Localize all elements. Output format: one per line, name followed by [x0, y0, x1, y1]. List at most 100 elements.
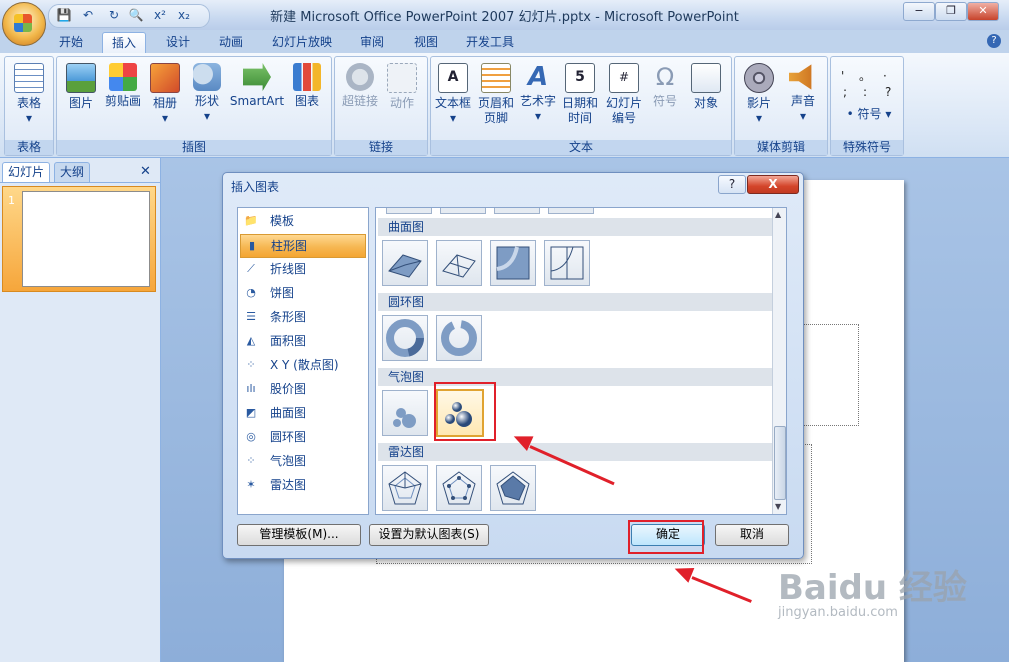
picture-icon — [66, 63, 96, 93]
prev-thumb[interactable] — [548, 208, 594, 214]
close-button[interactable]: ✕ — [967, 2, 999, 21]
set-default-chart-button[interactable]: 设置为默认图表(S) — [369, 524, 489, 546]
tab-developer[interactable]: 开发工具 — [457, 32, 523, 53]
office-button[interactable] — [2, 2, 46, 46]
restore-button[interactable]: ❐ — [935, 2, 967, 21]
chart-type-surface[interactable]: ◩ 曲面图 — [240, 402, 364, 424]
smartart-button[interactable]: SmartArt — [229, 63, 285, 109]
chart-type-bar[interactable]: ☰ 条形图 — [240, 306, 364, 328]
scroll-up-icon[interactable]: ▲ — [775, 210, 783, 219]
wordart-button[interactable]: A 艺术字 ▾ — [519, 63, 557, 124]
surface-contour-wire-thumb[interactable] — [544, 240, 590, 286]
shapes-icon — [193, 63, 221, 91]
symbol-quote[interactable]: ' — [841, 69, 844, 83]
shapes-button[interactable]: 形状 ▾ — [189, 63, 225, 124]
album-button[interactable]: 相册 ▾ — [147, 63, 183, 126]
exploded-doughnut-thumb[interactable] — [436, 315, 482, 361]
chart-button[interactable]: 图表 — [289, 63, 325, 109]
superscript-icon[interactable]: x² — [151, 8, 169, 24]
tab-slideshow[interactable]: 幻灯片放映 — [263, 32, 341, 53]
minimize-button[interactable]: − — [903, 2, 935, 21]
chart-type-scatter[interactable]: ⁘ X Y (散点图) — [240, 354, 364, 376]
scroll-thumb[interactable] — [774, 426, 786, 500]
chart-type-bubble[interactable]: ⁘ 气泡图 — [240, 450, 364, 472]
subscript-icon[interactable]: x₂ — [175, 8, 193, 24]
chart-type-radar[interactable]: ✶ 雷达图 — [240, 474, 364, 496]
dialog-help-button[interactable]: ? — [718, 175, 746, 194]
table-button[interactable]: 表格 ▾ — [10, 63, 48, 126]
bar-chart-icon: ☰ — [246, 310, 256, 323]
gallery-scrollbar[interactable]: ▲ ▼ — [772, 208, 786, 514]
symbols-dropdown-button[interactable]: • 符号 ▾ — [839, 107, 899, 122]
symbol-dot[interactable]: · — [883, 69, 887, 83]
radar-markers-icon — [442, 471, 476, 505]
dialog-close-button[interactable]: X — [747, 175, 799, 194]
prev-thumb[interactable] — [494, 208, 540, 214]
radar-markers-thumb[interactable] — [436, 465, 482, 511]
radar-chart-icon: ✶ — [246, 478, 256, 491]
redo-icon[interactable]: ↻ — [105, 8, 123, 24]
omega-icon: Ω — [655, 63, 675, 91]
clipart-button[interactable]: 剪贴画 — [103, 63, 143, 109]
tab-view[interactable]: 视图 — [405, 32, 447, 53]
object-button[interactable]: 对象 — [687, 63, 725, 111]
scroll-down-icon[interactable]: ▼ — [775, 502, 783, 511]
print-preview-icon[interactable]: 🔍 — [127, 8, 145, 24]
action-button[interactable]: 动作 — [383, 63, 421, 111]
symbol-semicolon[interactable]: ; — [843, 85, 847, 99]
tab-home[interactable]: 开始 — [50, 32, 92, 53]
sound-button[interactable]: 声音 ▾ — [783, 63, 823, 124]
slide-thumbnail[interactable] — [22, 191, 150, 287]
chart-type-column[interactable]: ▮ 柱形图 — [240, 234, 366, 258]
surface-3d-thumb[interactable] — [382, 240, 428, 286]
office-logo-icon — [14, 14, 32, 32]
surface-contour-thumb[interactable] — [490, 240, 536, 286]
section-surface: 曲面图 — [378, 218, 780, 236]
tab-insert[interactable]: 插入 — [102, 32, 147, 54]
prev-thumb[interactable] — [386, 208, 432, 214]
textbox-button[interactable]: A 文本框 ▾ — [433, 63, 473, 126]
chart-type-area[interactable]: ◭ 面积图 — [240, 330, 364, 352]
window-controls: − ❐ ✕ — [903, 2, 1003, 21]
save-icon[interactable]: 💾 — [55, 8, 73, 24]
header-footer-button[interactable]: 页眉和 页脚 — [475, 63, 517, 126]
group-label-links: 链接 — [335, 140, 427, 155]
album-icon — [150, 63, 180, 93]
doughnut-thumb[interactable] — [382, 315, 428, 361]
tab-slides[interactable]: 幻灯片 — [2, 162, 51, 183]
help-icon[interactable]: ? — [987, 34, 1001, 48]
smartart-icon — [243, 63, 271, 91]
bubble-thumb[interactable] — [382, 390, 428, 436]
hyperlink-button[interactable]: 超链接 — [339, 63, 381, 109]
symbol-question[interactable]: ? — [885, 85, 891, 99]
datetime-button[interactable]: 5 日期和 时间 — [559, 63, 601, 126]
group-label-table: 表格 — [5, 140, 53, 155]
cancel-button[interactable]: 取消 — [715, 524, 789, 546]
group-media: 影片 ▾ 声音 ▾ 媒体剪辑 — [734, 56, 828, 156]
tab-outline[interactable]: 大纲 — [54, 162, 91, 183]
filled-radar-thumb[interactable] — [490, 465, 536, 511]
symbol-button[interactable]: Ω 符号 — [647, 63, 683, 109]
chart-type-doughnut[interactable]: ◎ 圆环图 — [240, 426, 364, 448]
chart-type-pie[interactable]: ◔ 饼图 — [240, 282, 364, 304]
undo-icon[interactable]: ↶ — [79, 8, 97, 24]
tab-animation[interactable]: 动画 — [210, 32, 252, 53]
column-chart-icon: ▮ — [248, 239, 256, 252]
chart-type-template[interactable]: 📁 模板 — [240, 210, 364, 232]
surface-wireframe-thumb[interactable] — [436, 240, 482, 286]
symbol-colon[interactable]: : — [863, 85, 867, 99]
tab-review[interactable]: 审阅 — [351, 32, 393, 53]
panel-close-icon[interactable]: ✕ — [140, 164, 151, 179]
chart-type-stock[interactable]: ılı 股价图 — [240, 378, 364, 400]
prev-thumb[interactable] — [440, 208, 486, 214]
slide-number-button[interactable]: # 幻灯片 编号 — [603, 63, 645, 126]
chart-type-line[interactable]: ⟋ 折线图 — [240, 258, 364, 280]
symbol-period[interactable]: 。 — [859, 67, 871, 84]
picture-button[interactable]: 图片 — [63, 63, 99, 111]
film-reel-icon — [744, 63, 774, 93]
tab-design[interactable]: 设计 — [157, 32, 199, 53]
movie-button[interactable]: 影片 ▾ — [739, 63, 779, 126]
manage-templates-button[interactable]: 管理模板(M)... — [237, 524, 361, 546]
scatter-chart-icon: ⁘ — [246, 358, 256, 371]
radar-thumb[interactable] — [382, 465, 428, 511]
